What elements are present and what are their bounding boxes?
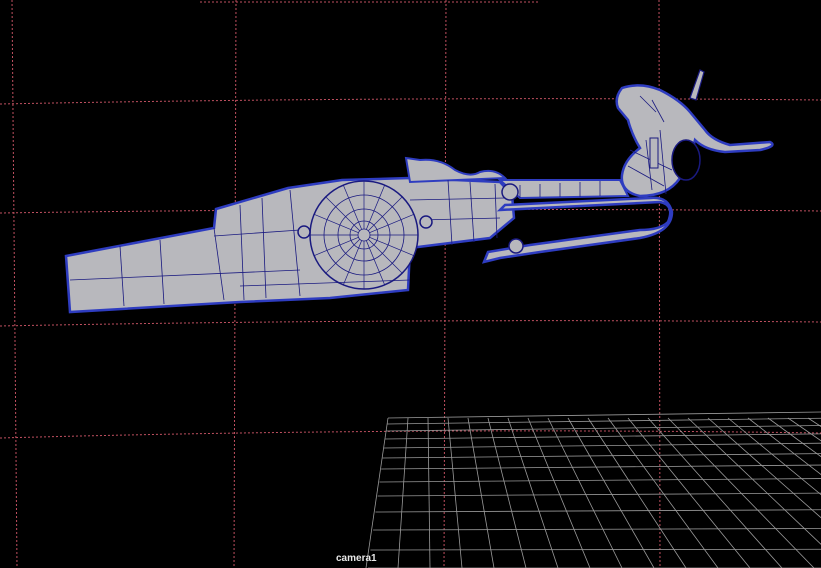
floor-grid-line [375, 509, 821, 513]
floor-grid-line [383, 442, 821, 449]
camera-label: camera1 [336, 553, 377, 564]
floor-grid-line [487, 417, 527, 568]
floor-grid-line [507, 417, 559, 568]
hammer-eye [671, 139, 701, 181]
floor-grid-line [587, 417, 687, 568]
viewport-canvas[interactable] [0, 0, 821, 568]
floor-grid-line [397, 417, 409, 568]
floor-grid-line [607, 417, 719, 568]
tumbler-disc[interactable] [309, 180, 419, 290]
floor-grid-line [627, 417, 751, 568]
plate-ridge[interactable] [404, 156, 508, 184]
floor-grid-line [381, 464, 821, 470]
floor-grid-line [386, 425, 821, 432]
floor-grid-line [382, 453, 821, 459]
3d-viewport[interactable]: camera1 [0, 0, 821, 568]
floor-grid-line [447, 417, 463, 568]
floor-grid [365, 411, 821, 568]
flint-jaw[interactable] [649, 137, 659, 169]
floor-grid-line [370, 548, 821, 551]
flintlock-mesh[interactable] [64, 69, 774, 314]
floor-grid-line [467, 417, 495, 568]
floor-grid-line [387, 411, 821, 419]
floor-grid-line [427, 417, 431, 568]
hammer-jaw-screw[interactable] [689, 69, 705, 101]
floor-grid-line [373, 528, 821, 531]
floor-grid-line [385, 433, 821, 440]
floor-grid-line [647, 417, 783, 568]
floor-grid-line [365, 417, 389, 568]
hammer-cock[interactable] [615, 84, 774, 198]
lock-plate[interactable] [64, 176, 516, 314]
floor-grid-line [387, 417, 821, 425]
frizzen-spring[interactable] [497, 179, 630, 200]
